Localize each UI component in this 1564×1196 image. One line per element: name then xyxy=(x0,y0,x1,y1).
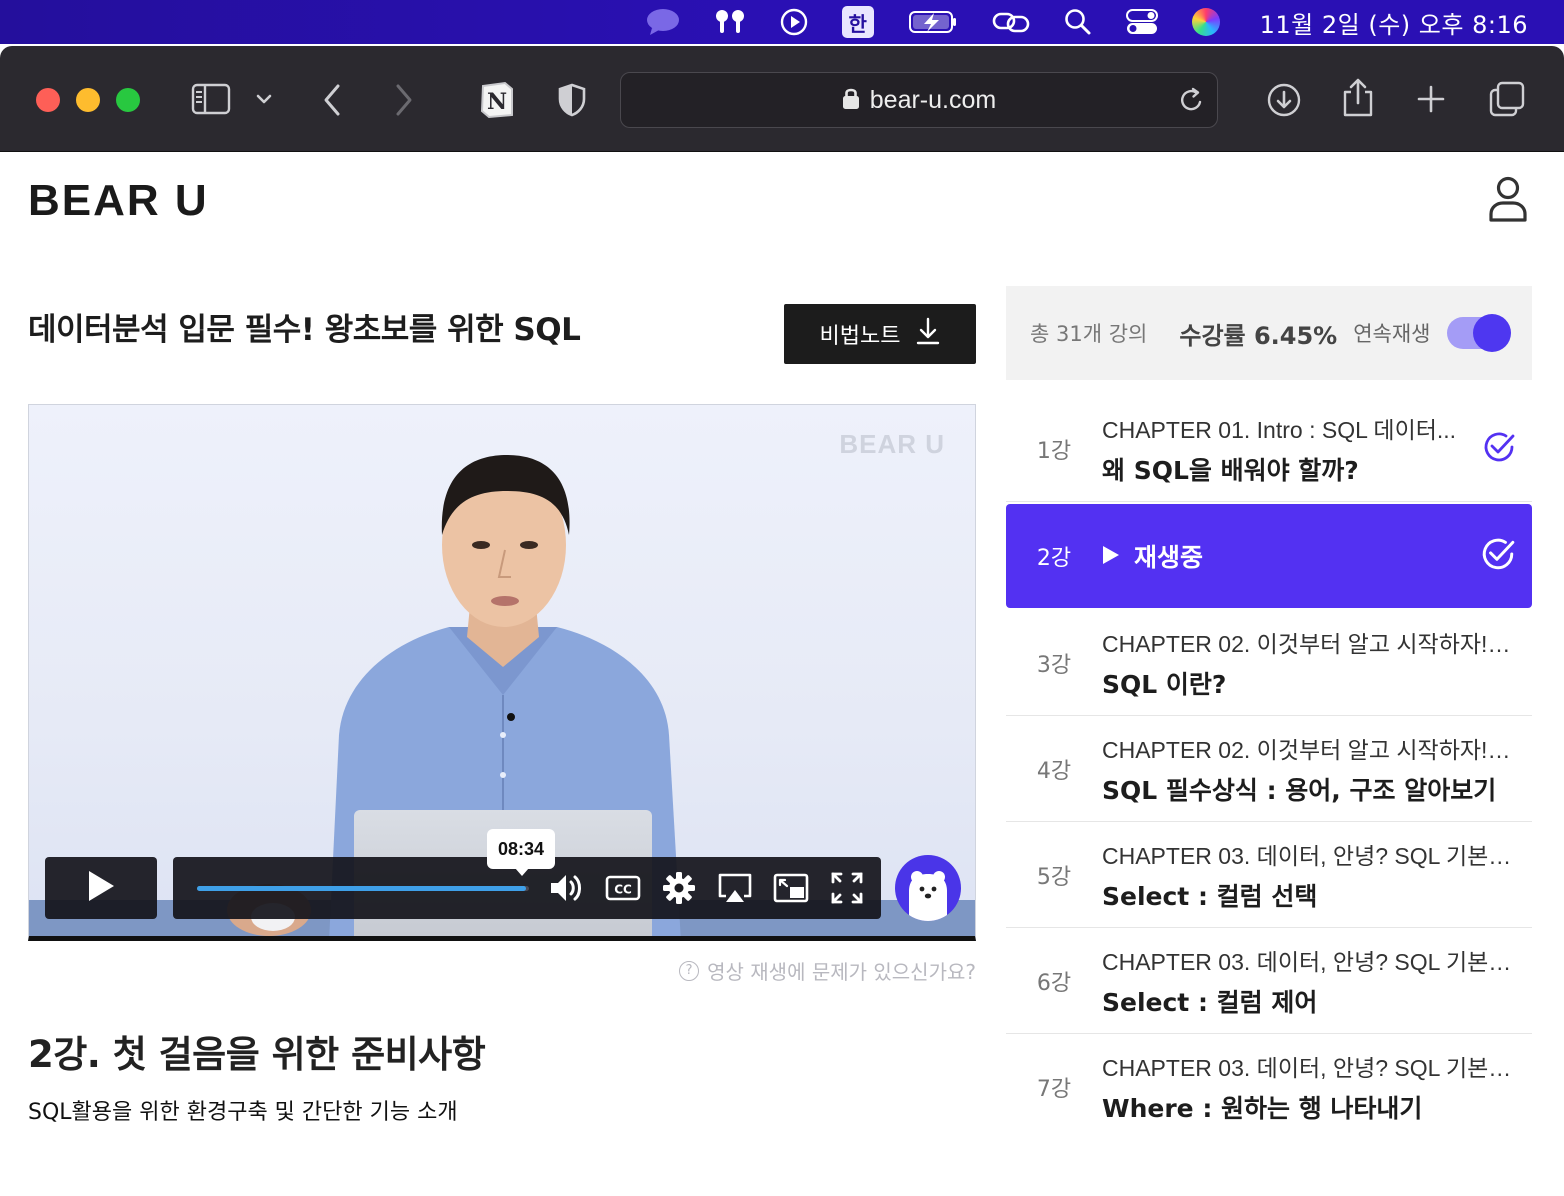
autoplay-toggle[interactable] xyxy=(1446,314,1511,352)
playback-help-text: 영상 재생에 문제가 있으신가요? xyxy=(707,960,976,984)
lecture-name: Select : 컬럼 제어 xyxy=(1102,987,1318,1017)
lecture-name: SQL 이란? xyxy=(1102,669,1227,699)
question-circle-icon: ? xyxy=(679,960,700,981)
url-text: bear-u.com xyxy=(869,85,997,114)
note-download-button[interactable]: 비법노트 xyxy=(784,304,976,364)
video-player[interactable]: BEAR U CC 08:34 xyxy=(28,404,976,941)
svg-text:CC: CC xyxy=(614,883,632,897)
lecture-name: Where : 원하는 행 나타내기 xyxy=(1102,1094,1423,1123)
lecture-item-3[interactable]: 3강 CHAPTER 02. 이것부터 알고 시작하자! S... SQL 이란… xyxy=(1006,610,1532,716)
autoplay-toggle-knob xyxy=(1472,314,1511,352)
siri-icon[interactable] xyxy=(1191,0,1220,44)
sidebar-toggle-icon[interactable] xyxy=(190,82,232,116)
share-icon[interactable] xyxy=(1340,78,1376,118)
airplay-icon[interactable] xyxy=(717,870,753,906)
privacy-shield-icon[interactable] xyxy=(556,82,588,118)
seek-time-tooltip: 08:34 xyxy=(487,829,555,876)
lesson-title: 2강. 첫 걸음을 위한 준비사항 xyxy=(28,1033,486,1076)
window-zoom-button[interactable] xyxy=(116,88,140,112)
now-playing-triangle-icon xyxy=(1102,542,1120,571)
battery-charging-icon[interactable] xyxy=(908,0,958,44)
window-close-button[interactable] xyxy=(36,88,60,112)
total-lectures-label: 총 31개 강의 xyxy=(1030,322,1148,346)
play-icon xyxy=(86,869,116,907)
link-icon[interactable] xyxy=(992,0,1030,44)
chevron-down-icon[interactable] xyxy=(254,88,274,110)
settings-gear-icon[interactable] xyxy=(661,870,697,906)
lecture-chapter: CHAPTER 03. 데이터, 안녕? SQL 기본구... xyxy=(1102,948,1516,975)
svg-text:N: N xyxy=(487,89,507,115)
lecture-name: SQL 필수상식 : 용어, 구조 알아보기 xyxy=(1102,775,1497,805)
lecture-item-2-active[interactable]: 2강 재생중 xyxy=(1006,504,1532,608)
lesson-description: SQL활용을 위한 환경구축 및 간단한 기능 소개 xyxy=(28,1100,458,1125)
window-minimize-button[interactable] xyxy=(76,88,100,112)
lecture-chapter: CHAPTER 02. 이것부터 알고 시작하자! S... xyxy=(1102,736,1516,763)
lecture-chapter: CHAPTER 01. Intro : SQL 데이터... xyxy=(1102,416,1457,443)
autoplay-label: 연속재생 xyxy=(1353,322,1431,346)
lecture-number: 3강 xyxy=(1036,652,1072,678)
messages-icon[interactable] xyxy=(646,0,680,44)
control-center-icon[interactable] xyxy=(1125,0,1158,44)
menubar-clock[interactable]: 11월 2일 (수) 오후 8:16 xyxy=(1260,5,1528,40)
downloads-icon[interactable] xyxy=(1266,82,1302,118)
lecture-item-5[interactable]: 5강 CHAPTER 03. 데이터, 안녕? SQL 기본구... Selec… xyxy=(1006,822,1532,928)
play-button[interactable] xyxy=(45,857,157,919)
forward-icon[interactable] xyxy=(390,82,418,118)
volume-icon[interactable] xyxy=(549,870,585,906)
lecture-number: 1강 xyxy=(1036,438,1072,464)
new-tab-icon[interactable] xyxy=(1414,82,1448,116)
back-icon[interactable] xyxy=(318,82,346,118)
siri-orb xyxy=(1191,8,1220,36)
download-arrow-icon xyxy=(916,317,940,351)
lecture-chapter: CHAPTER 02. 이것부터 알고 시작하자! S... xyxy=(1102,630,1516,657)
note-download-label: 비법노트 xyxy=(819,324,901,349)
fullscreen-icon[interactable] xyxy=(829,870,865,906)
user-profile-icon[interactable] xyxy=(1488,176,1528,222)
lecture-number: 7강 xyxy=(1036,1077,1072,1102)
bear-mascot-icon[interactable] xyxy=(895,855,961,921)
closed-captions-icon[interactable]: CC xyxy=(605,870,641,906)
playback-help-link[interactable]: ? 영상 재생에 문제가 있으신가요? xyxy=(648,956,976,985)
notion-extension-icon[interactable]: N xyxy=(478,80,516,120)
lecture-item-7[interactable]: 7강 CHAPTER 03. 데이터, 안녕? SQL 기본구... Where… xyxy=(1006,1034,1532,1140)
completion-rate-label: 수강률 6.45% xyxy=(1179,321,1338,350)
lecture-name: Select : 컬럼 선택 xyxy=(1102,881,1318,911)
lecture-number: 4강 xyxy=(1036,758,1072,784)
lecture-name: 왜 SQL을 배워야 할까? xyxy=(1102,455,1359,485)
spotlight-search-icon[interactable] xyxy=(1064,0,1092,44)
lecture-number: 5강 xyxy=(1036,864,1072,890)
seek-bar-progress xyxy=(197,886,526,891)
seek-bar[interactable] xyxy=(197,886,529,891)
lecture-list: 1강 CHAPTER 01. Intro : SQL 데이터... 왜 SQL을… xyxy=(1006,396,1532,1140)
tab-overview-icon[interactable] xyxy=(1488,80,1526,118)
lecture-number: 6강 xyxy=(1036,970,1072,996)
completed-check-icon xyxy=(1480,536,1516,576)
airpods-icon[interactable] xyxy=(714,0,746,44)
picture-in-picture-icon[interactable] xyxy=(773,870,809,906)
input-source-indicator[interactable]: 한 xyxy=(841,0,874,44)
address-bar[interactable]: bear-u.com xyxy=(620,72,1218,128)
lock-icon xyxy=(842,86,860,114)
lecture-chapter: CHAPTER 03. 데이터, 안녕? SQL 기본구... xyxy=(1102,842,1516,869)
site-logo[interactable]: BEAR U xyxy=(28,176,209,226)
video-watermark: BEAR U xyxy=(839,429,945,459)
macos-menu-bar: 한 11월 2일 (수) 오후 8:16 xyxy=(0,0,1564,44)
now-playing-label: 재생중 xyxy=(1134,543,1204,572)
now-playing-icon[interactable] xyxy=(780,0,808,44)
lecture-item-6[interactable]: 6강 CHAPTER 03. 데이터, 안녕? SQL 기본구... Selec… xyxy=(1006,928,1532,1034)
lecture-number: 2강 xyxy=(1036,546,1072,571)
lecture-item-4[interactable]: 4강 CHAPTER 02. 이것부터 알고 시작하자! S... SQL 필수… xyxy=(1006,716,1532,822)
completed-check-icon xyxy=(1482,430,1516,468)
reload-icon[interactable] xyxy=(1179,86,1205,118)
lecture-item-1[interactable]: 1강 CHAPTER 01. Intro : SQL 데이터... 왜 SQL을… xyxy=(1006,396,1532,502)
korean-input-icon: 한 xyxy=(841,6,874,38)
lecture-chapter: CHAPTER 03. 데이터, 안녕? SQL 기본구... xyxy=(1102,1055,1516,1081)
lecture-summary-bar: 총 31개 강의 수강률 6.45% 연속재생 xyxy=(1006,286,1532,380)
course-title: 데이터분석 입문 필수! 왕초보를 위한 SQL xyxy=(28,312,581,348)
